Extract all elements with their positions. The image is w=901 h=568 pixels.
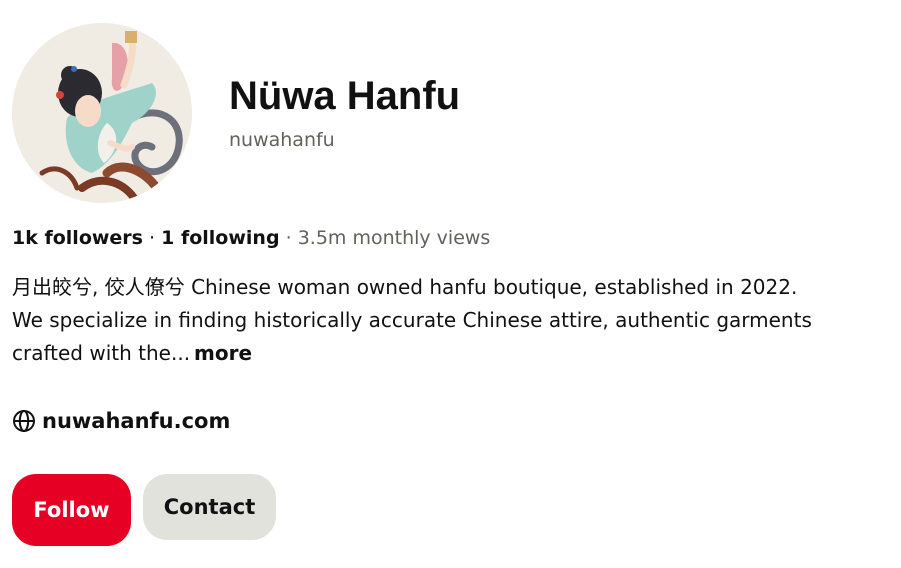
bio-line-last: crafted with the... more	[12, 337, 882, 370]
globe-icon	[12, 409, 36, 433]
follow-button[interactable]: Follow	[12, 474, 131, 546]
following-count[interactable]: 1 following	[161, 227, 279, 249]
website-link[interactable]: nuwahanfu.com	[12, 406, 230, 436]
stats-separator: ·	[279, 227, 298, 249]
followers-count[interactable]: 1k followers	[12, 227, 143, 249]
profile-stats: 1k followers · 1 following · 3.5m monthl…	[12, 224, 490, 252]
avatar[interactable]	[12, 23, 192, 203]
monthly-views: 3.5m monthly views	[297, 227, 491, 249]
bio-line: 月出皎兮, 佼人僚兮 Chinese woman owned hanfu bou…	[12, 275, 798, 299]
profile-username: nuwahanfu	[229, 129, 335, 151]
profile-name: Nüwa Hanfu	[229, 74, 461, 118]
contact-button[interactable]: Contact	[143, 474, 276, 540]
bio-more-link[interactable]: more	[194, 341, 252, 365]
website-label: nuwahanfu.com	[42, 409, 231, 433]
bio-line: crafted with the...	[12, 341, 191, 365]
profile-bio: 月出皎兮, 佼人僚兮 Chinese woman owned hanfu bou…	[12, 271, 882, 370]
stats-separator: ·	[143, 227, 162, 249]
avatar-image	[12, 23, 192, 203]
bio-line: We specialize in finding historically ac…	[12, 308, 812, 332]
